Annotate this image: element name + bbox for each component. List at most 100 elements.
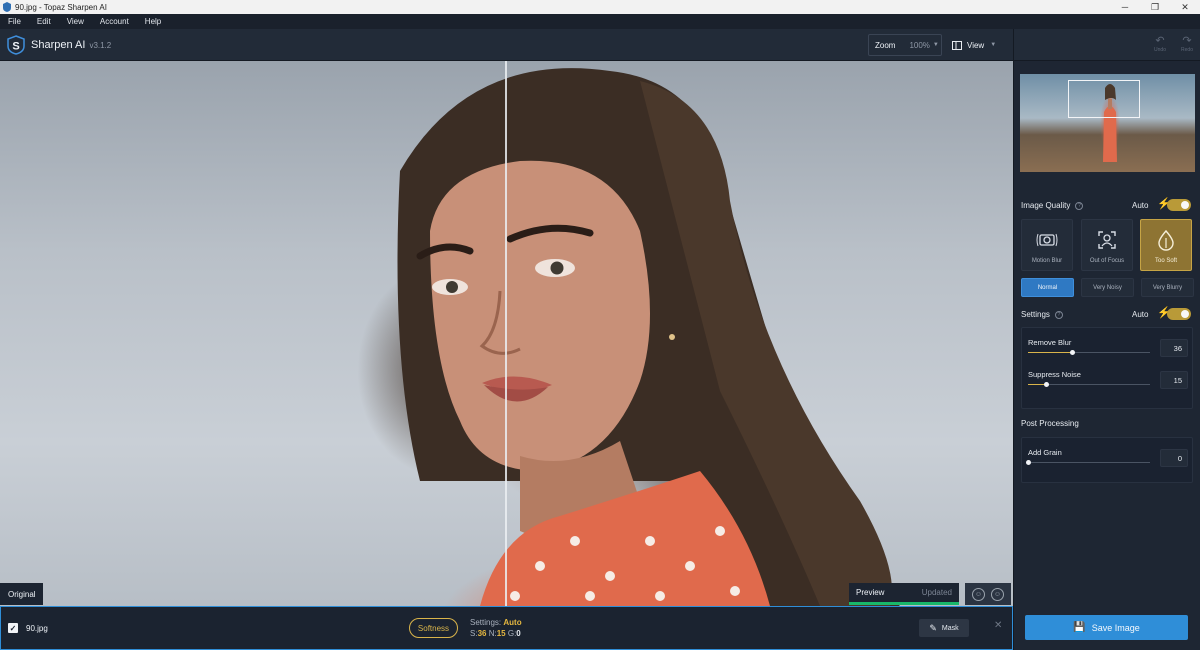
n-value: 15 (496, 629, 506, 638)
settings-sliders: Remove Blur 36 Suppress Noise 15 (1021, 327, 1193, 409)
settings-label: Settings: (470, 618, 502, 627)
compare-split-handle[interactable] (505, 61, 507, 606)
svg-text:S: S (12, 40, 19, 52)
s-value: 36 (477, 629, 487, 638)
undo-icon: ↶ (1155, 35, 1165, 47)
view-label: View (967, 40, 985, 50)
save-icon: 💾 (1073, 622, 1086, 633)
post-processing-label: Post Processing (1021, 419, 1079, 428)
add-grain-value[interactable]: 0 (1160, 449, 1188, 467)
suppress-noise-slider[interactable] (1028, 382, 1150, 387)
quality-card-label: Too Soft (1154, 258, 1177, 264)
image-quality-title: Image Quality ? (1021, 201, 1084, 210)
s-label: S: (470, 629, 478, 638)
redo-label: Redo (1181, 47, 1193, 53)
minimize-button[interactable]: ─ (1110, 0, 1140, 14)
face-detect-icon[interactable]: ☺ (972, 587, 985, 601)
file-strip: ✓ 90.jpg Softness Settings: Auto S:36 N:… (0, 606, 1013, 650)
undo-label: Undo (1154, 47, 1166, 53)
file-name: 90.jpg (26, 623, 48, 633)
app-icon (3, 2, 11, 12)
image-quality-auto-label: Auto (1132, 201, 1149, 210)
remove-blur-value[interactable]: 36 (1160, 339, 1188, 357)
maximize-button[interactable]: ❐ (1140, 0, 1170, 14)
add-grain-slider[interactable] (1026, 460, 1150, 465)
brush-icon: ✎ (929, 622, 937, 633)
settings-label: Settings (1021, 310, 1050, 319)
viewport-rectangle[interactable] (1068, 80, 1140, 118)
menu-help[interactable]: Help (137, 17, 169, 26)
view-dropdown[interactable]: View ▼ (952, 34, 1008, 56)
split-view-icon (952, 40, 962, 50)
zoom-value: 100% (909, 40, 930, 50)
focus-frame-icon (1098, 231, 1116, 249)
suppress-noise-value[interactable]: 15 (1160, 371, 1188, 389)
save-image-button[interactable]: 💾 Save Image (1025, 615, 1188, 640)
window-title: 90.jpg - Topaz Sharpen AI (15, 2, 107, 12)
settings-auto-label: Auto (1132, 310, 1149, 319)
navigator-thumbnail[interactable] (1020, 74, 1195, 172)
quality-card-too-soft[interactable]: Too Soft (1140, 219, 1192, 271)
post-processing-title: Post Processing (1021, 419, 1079, 428)
app-name: Sharpen AI (31, 38, 86, 51)
app-window: 90.jpg - Topaz Sharpen AI ─ ❐ ✕ File Edi… (0, 0, 1200, 650)
preview-updated-label: Updated (921, 588, 952, 597)
n-label: N: (488, 629, 497, 638)
menu-file[interactable]: File (0, 17, 29, 26)
quality-card-label: Out of Focus (1089, 258, 1125, 264)
file-checkbox[interactable]: ✓ (8, 623, 18, 633)
settings-auto-toggle[interactable] (1167, 308, 1191, 320)
original-label: Original (0, 583, 43, 605)
menu-bar: File Edit View Account Help (0, 14, 1200, 29)
title-bar: 90.jpg - Topaz Sharpen AI ─ ❐ ✕ (0, 0, 1200, 14)
image-canvas[interactable] (0, 61, 1013, 606)
help-icon[interactable]: ? (1054, 310, 1063, 319)
chevron-down-icon: ▼ (990, 42, 997, 48)
preview-status: Preview Updated (849, 583, 959, 605)
quality-card-out-of-focus[interactable]: Out of Focus (1081, 219, 1133, 271)
noise-option-normal[interactable]: Normal (1021, 278, 1074, 297)
menu-view[interactable]: View (59, 17, 92, 26)
remove-file-button[interactable]: ✕ (994, 620, 1002, 631)
slider-knob[interactable] (1069, 350, 1075, 355)
slider-knob[interactable] (1026, 460, 1031, 465)
g-value: 0 (516, 629, 521, 638)
slider-knob[interactable] (1044, 382, 1050, 387)
settings-panel: Image Quality ? Auto ⚡ Motion Blur Out o… (1013, 61, 1200, 650)
app-version: v3.1.2 (89, 41, 112, 50)
quality-card-motion-blur[interactable]: Motion Blur (1021, 219, 1073, 271)
noise-option-very-blurry[interactable]: Very Blurry (1141, 278, 1194, 297)
remove-blur-slider[interactable] (1028, 350, 1150, 355)
mask-button[interactable]: ✎ Mask (919, 619, 969, 637)
face-detect-alt-icon[interactable]: ☺ (991, 587, 1004, 601)
zoom-dropdown[interactable]: Zoom 100% ▼ (868, 34, 942, 56)
redo-icon: ↷ (1182, 35, 1192, 47)
undo-button[interactable]: ↶ Undo (1150, 35, 1170, 53)
noise-option-very-noisy[interactable]: Very Noisy (1081, 278, 1134, 297)
model-pill[interactable]: Softness (409, 618, 458, 638)
menu-edit[interactable]: Edit (29, 17, 59, 26)
suppress-noise-label: Suppress Noise (1028, 370, 1081, 379)
chevron-down-icon: ▼ (932, 42, 939, 48)
settings-title: Settings ? (1021, 310, 1063, 319)
zoom-label: Zoom (875, 40, 896, 50)
sharpen-logo-icon: S (7, 34, 25, 55)
help-icon[interactable]: ? (1075, 201, 1084, 210)
image-quality-label: Image Quality (1021, 201, 1071, 210)
menu-account[interactable]: Account (92, 17, 137, 26)
close-window-button[interactable]: ✕ (1170, 0, 1200, 14)
slider-fill (1028, 352, 1072, 353)
redo-button[interactable]: ↷ Redo (1177, 35, 1197, 53)
settings-summary: Settings: Auto S:36 N:15 G:0 (470, 617, 522, 639)
droplet-icon (1158, 229, 1174, 251)
image-quality-auto-toggle[interactable] (1167, 199, 1191, 211)
settings-mode: Auto (503, 618, 522, 627)
preview-label: Preview (856, 588, 885, 597)
camera-shake-icon (1036, 233, 1058, 247)
app-header: S Sharpen AI v3.1.2 Zoom 100% ▼ View ▼ (0, 29, 1013, 61)
remove-blur-label: Remove Blur (1028, 338, 1072, 347)
mask-label: Mask (941, 624, 959, 632)
save-label: Save Image (1091, 622, 1140, 633)
post-processing-sliders: Add Grain 0 (1021, 437, 1193, 483)
add-grain-label: Add Grain (1028, 448, 1062, 457)
